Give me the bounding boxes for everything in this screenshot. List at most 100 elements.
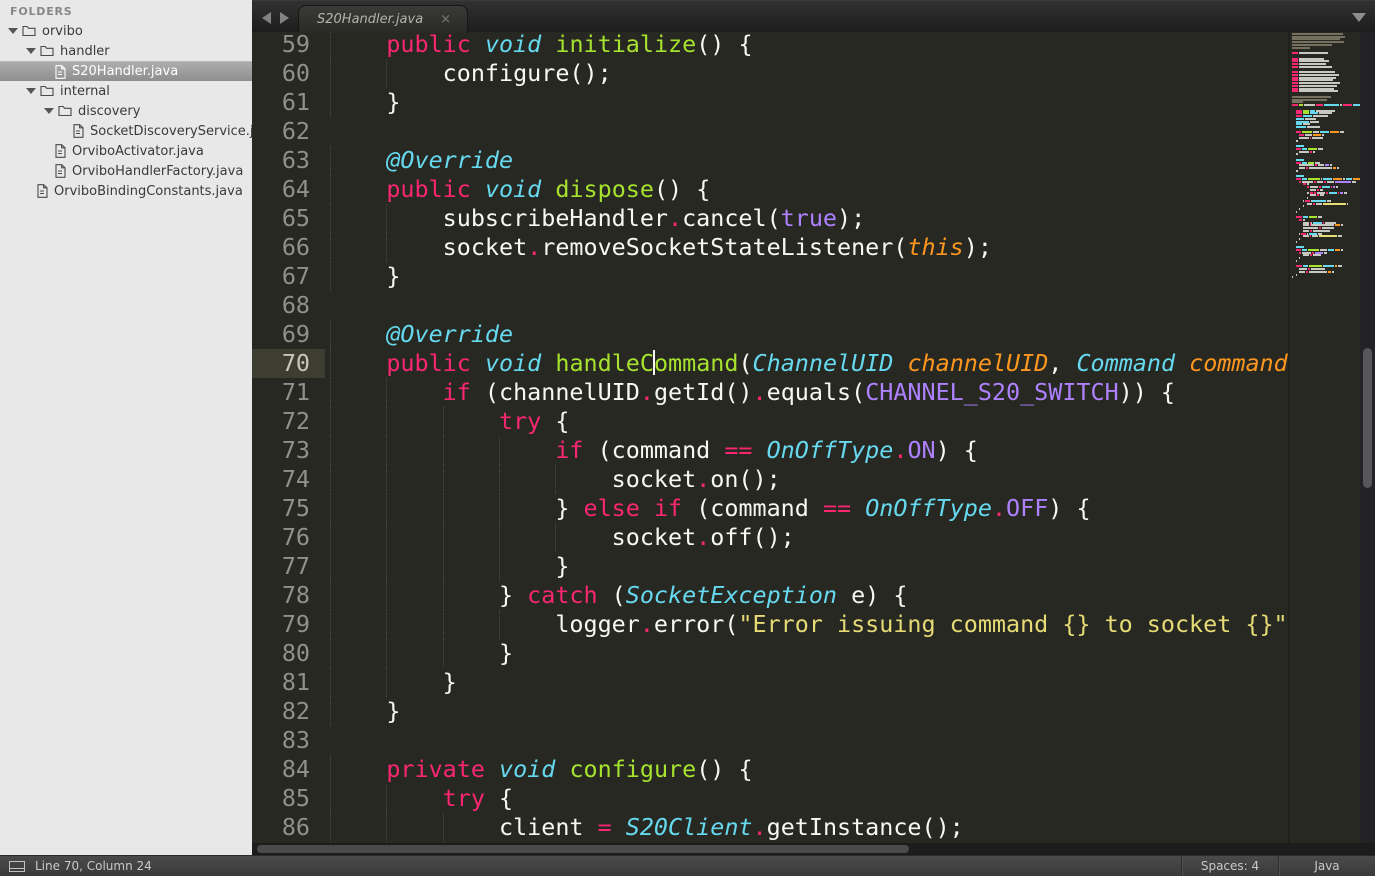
code-line-85[interactable]: 85 try { (252, 784, 1288, 813)
line-number: 60 (252, 59, 325, 88)
code-line-70[interactable]: 70 public void handleCommand(ChannelUID … (252, 349, 1288, 378)
horizontal-scrollbar-thumb[interactable] (257, 845, 909, 853)
folder-icon (58, 105, 72, 117)
panel-toggle-icon[interactable] (9, 861, 25, 872)
code-region: 59 public void initialize() {60 configur… (252, 32, 1375, 843)
code-line-84[interactable]: 84 private void configure() { (252, 755, 1288, 784)
tree-item-orvibo[interactable]: orvibo (0, 21, 252, 41)
code-line-82[interactable]: 82 } (252, 697, 1288, 726)
tree-item-orvibobindingconstants-java[interactable]: OrviboBindingConstants.java (0, 181, 252, 201)
tab-scroll-right-icon[interactable] (280, 12, 289, 24)
code-line-76[interactable]: 76 socket.off(); (252, 523, 1288, 552)
line-number: 67 (252, 262, 325, 291)
indent-guide (330, 88, 331, 117)
text-cursor (653, 350, 655, 375)
indent-guide (330, 523, 331, 552)
line-number: 76 (252, 523, 325, 552)
indent-guide (330, 494, 331, 523)
tab-label: S20Handler.java (317, 12, 423, 27)
line-number: 85 (252, 784, 325, 813)
code-line-71[interactable]: 71 if (channelUID.getId().equals(CHANNEL… (252, 378, 1288, 407)
code-editor[interactable]: 59 public void initialize() {60 configur… (252, 30, 1288, 843)
code-text (325, 117, 1288, 146)
code-text: try { (325, 407, 1288, 436)
code-line-61[interactable]: 61 } (252, 88, 1288, 117)
indent-guide (499, 610, 500, 639)
code-text: client = S20Client.getInstance(); (325, 813, 1288, 842)
vertical-scrollbar[interactable] (1360, 32, 1375, 843)
folder-icon (40, 45, 54, 57)
horizontal-scrollbar[interactable] (252, 843, 1375, 855)
indent-guide (330, 262, 331, 291)
indent-guide (330, 697, 331, 726)
tab-bar: S20Handler.java × (252, 0, 1375, 32)
tree-item-s20handler-java[interactable]: S20Handler.java (0, 61, 252, 81)
code-text: } (325, 262, 1288, 291)
indent-guide (330, 581, 331, 610)
code-line-67[interactable]: 67 } (252, 262, 1288, 291)
indent-guide (330, 59, 331, 88)
line-number: 69 (252, 320, 325, 349)
indent-guide (386, 378, 387, 407)
line-number: 78 (252, 581, 325, 610)
code-text: } (325, 88, 1288, 117)
code-line-66[interactable]: 66 socket.removeSocketStateListener(this… (252, 233, 1288, 262)
disclosure-triangle-icon[interactable] (26, 88, 36, 94)
code-text: logger.error("Error issuing command {} t… (325, 610, 1288, 639)
syntax-status[interactable]: Java (1278, 856, 1375, 876)
code-line-81[interactable]: 81 } (252, 668, 1288, 697)
indent-guide (330, 175, 331, 204)
file-icon (55, 65, 66, 79)
code-line-60[interactable]: 60 configure(); (252, 59, 1288, 88)
code-line-78[interactable]: 78 } catch (SocketException e) { (252, 581, 1288, 610)
tree-item-socketdiscoveryservice-java[interactable]: SocketDiscoveryService.java (0, 121, 252, 141)
code-line-86[interactable]: 86 client = S20Client.getInstance(); (252, 813, 1288, 842)
code-line-80[interactable]: 80 } (252, 639, 1288, 668)
code-line-69[interactable]: 69 @Override (252, 320, 1288, 349)
disclosure-triangle-icon[interactable] (8, 28, 18, 34)
code-text: } (325, 697, 1288, 726)
vertical-scrollbar-thumb[interactable] (1363, 348, 1372, 488)
indent-guide (443, 639, 444, 668)
line-number: 86 (252, 813, 325, 842)
indent-guide (443, 407, 444, 436)
code-line-62[interactable]: 62 (252, 117, 1288, 146)
code-line-74[interactable]: 74 socket.on(); (252, 465, 1288, 494)
indent-guide (555, 523, 556, 552)
code-line-77[interactable]: 77 } (252, 552, 1288, 581)
indent-guide (443, 436, 444, 465)
code-line-83[interactable]: 83 (252, 726, 1288, 755)
indent-guide (499, 552, 500, 581)
code-line-64[interactable]: 64 public void dispose() { (252, 175, 1288, 204)
sidebar: FOLDERS orvibohandlerS20Handler.javainte… (0, 0, 252, 855)
indentation-status[interactable]: Spaces: 4 (1181, 856, 1278, 876)
tab-overflow-dropdown-icon[interactable] (1352, 13, 1366, 22)
tree-item-discovery[interactable]: discovery (0, 101, 252, 121)
code-line-68[interactable]: 68 (252, 291, 1288, 320)
line-number: 63 (252, 146, 325, 175)
code-text: socket.on(); (325, 465, 1288, 494)
indent-guide (443, 552, 444, 581)
indent-guide (330, 436, 331, 465)
tree-item-orviboactivator-java[interactable]: OrviboActivator.java (0, 141, 252, 161)
disclosure-triangle-icon[interactable] (26, 48, 36, 54)
tab-close-icon[interactable]: × (440, 12, 451, 27)
code-line-73[interactable]: 73 if (command == OnOffType.ON) { (252, 436, 1288, 465)
line-number: 59 (252, 30, 325, 59)
code-text: public void dispose() { (325, 175, 1288, 204)
code-line-72[interactable]: 72 try { (252, 407, 1288, 436)
tree-item-handler[interactable]: handler (0, 41, 252, 61)
code-line-59[interactable]: 59 public void initialize() { (252, 30, 1288, 59)
code-line-63[interactable]: 63 @Override (252, 146, 1288, 175)
code-line-79[interactable]: 79 logger.error("Error issuing command {… (252, 610, 1288, 639)
tab-s20handler[interactable]: S20Handler.java × (298, 5, 468, 33)
tree-item-orvibohandlerfactory-java[interactable]: OrviboHandlerFactory.java (0, 161, 252, 181)
disclosure-triangle-icon[interactable] (44, 108, 54, 114)
code-line-75[interactable]: 75 } else if (command == OnOffType.OFF) … (252, 494, 1288, 523)
code-line-65[interactable]: 65 subscribeHandler.cancel(true); (252, 204, 1288, 233)
minimap[interactable] (1288, 32, 1360, 843)
folder-icon (40, 85, 54, 97)
tree-item-internal[interactable]: internal (0, 81, 252, 101)
tab-scroll-left-icon[interactable] (262, 12, 271, 24)
indent-guide (443, 813, 444, 842)
